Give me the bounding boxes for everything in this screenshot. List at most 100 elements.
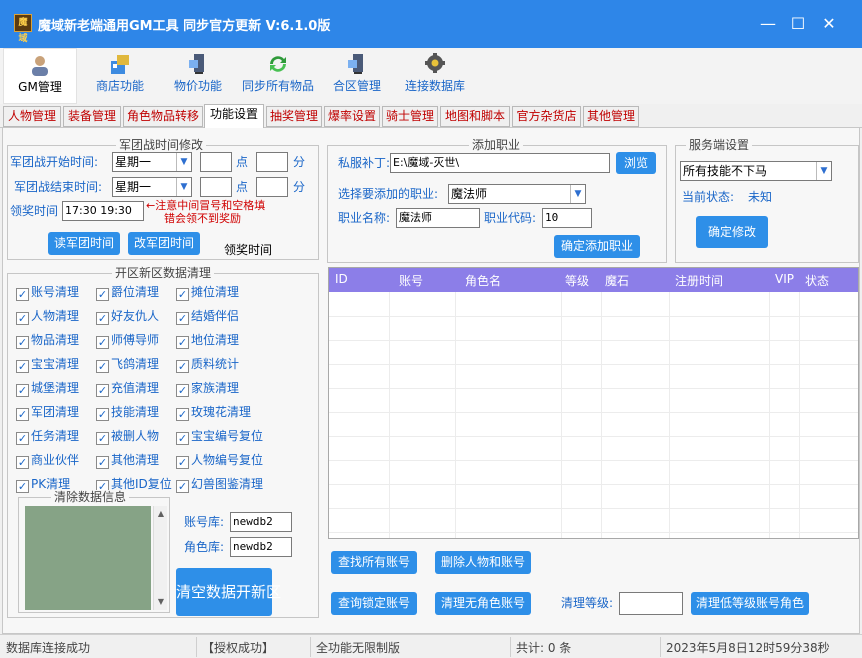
tab-knight[interactable]: 骑士管理 [382, 106, 438, 127]
war-end-day-select[interactable]: 星期一 ▼ [112, 177, 192, 197]
column-header[interactable]: 账号 [399, 272, 423, 289]
war-start-minute-input[interactable] [256, 152, 288, 172]
checkbox-checked-icon[interactable]: ✓ [176, 480, 189, 493]
checkbox-checked-icon[interactable]: ✓ [176, 384, 189, 397]
tab-official-store[interactable]: 官方杂货店 [512, 106, 581, 127]
cleanup-checkbox[interactable]: ✓ 家族清理 [176, 380, 239, 397]
cleanup-checkbox[interactable]: ✓ 结婚伴侣 [176, 308, 239, 325]
maximize-button[interactable]: ☐ [783, 10, 813, 38]
checkbox-checked-icon[interactable]: ✓ [96, 456, 109, 469]
scrollbar[interactable]: ▲ ▼ [153, 506, 167, 610]
checkbox-checked-icon[interactable]: ✓ [176, 312, 189, 325]
tab-equipment[interactable]: 装备管理 [63, 106, 121, 127]
cleanup-checkbox[interactable]: ✓ 人物编号复位 [176, 452, 263, 469]
tab-character[interactable]: 人物管理 [3, 106, 61, 127]
patch-path-input[interactable]: E:\魔域-灭世\ [390, 153, 610, 173]
cleanup-checkbox[interactable]: ✓ 账号清理 [16, 284, 79, 301]
tab-item-transfer[interactable]: 角色物品转移 [123, 106, 203, 127]
account-db-input[interactable]: newdb2 [230, 512, 292, 532]
cleanup-checkbox[interactable]: ✓ 物品清理 [16, 332, 79, 349]
cleanup-checkbox[interactable]: ✓ 幻兽图鉴清理 [176, 476, 263, 493]
cleanup-checkbox[interactable]: ✓ 宝宝编号复位 [176, 428, 263, 445]
checkbox-checked-icon[interactable]: ✓ [176, 432, 189, 445]
tab-function-settings[interactable]: 功能设置 [204, 104, 264, 129]
checkbox-checked-icon[interactable]: ✓ [16, 360, 29, 373]
checkbox-checked-icon[interactable]: ✓ [176, 360, 189, 373]
toolbar-connect-db[interactable]: 连接数据库 [400, 48, 470, 104]
checkbox-checked-icon[interactable]: ✓ [176, 288, 189, 301]
checkbox-checked-icon[interactable]: ✓ [16, 480, 29, 493]
cleanup-checkbox[interactable]: ✓ 宝宝清理 [16, 356, 79, 373]
cleanup-checkbox[interactable]: ✓ 其他清理 [96, 452, 159, 469]
delete-roles-accounts-button[interactable]: 删除人物和账号 [435, 551, 531, 574]
close-button[interactable]: ✕ [814, 10, 844, 38]
column-header[interactable]: 角色名 [465, 272, 501, 289]
toolbar-sync-items[interactable]: 同步所有物品 [238, 48, 318, 104]
read-war-time-button[interactable]: 读军团时间 [48, 232, 120, 255]
query-locked-accounts-button[interactable]: 查询锁定账号 [331, 592, 417, 615]
cleanup-checkbox[interactable]: ✓ 被删人物 [96, 428, 159, 445]
cleanup-checkbox[interactable]: ✓ 好友仇人 [96, 308, 159, 325]
cleanup-checkbox[interactable]: ✓ 人物清理 [16, 308, 79, 325]
cleanup-checkbox[interactable]: ✓ 充值清理 [96, 380, 159, 397]
toolbar-gm-manage[interactable]: GM管理 [3, 48, 77, 104]
checkbox-checked-icon[interactable]: ✓ [176, 336, 189, 349]
cleanup-checkbox[interactable]: ✓ 军团清理 [16, 404, 79, 421]
cleanup-checkbox[interactable]: ✓ 爵位清理 [96, 284, 159, 301]
cleanup-checkbox[interactable]: ✓ 师傅导师 [96, 332, 159, 349]
checkbox-checked-icon[interactable]: ✓ [96, 384, 109, 397]
checkbox-checked-icon[interactable]: ✓ [176, 408, 189, 421]
account-table[interactable]: ID 账号 角色名 等级 魔石 注册时间 VIP 状态 [328, 267, 859, 539]
checkbox-checked-icon[interactable]: ✓ [16, 288, 29, 301]
column-header[interactable]: 状态 [805, 272, 829, 289]
column-header[interactable]: ID [335, 272, 348, 286]
clear-no-role-accounts-button[interactable]: 清理无角色账号 [435, 592, 531, 615]
checkbox-checked-icon[interactable]: ✓ [16, 432, 29, 445]
toolbar-merge-server[interactable]: 合区管理 [326, 48, 388, 104]
column-header[interactable]: 魔石 [605, 272, 629, 289]
war-start-hour-input[interactable] [200, 152, 232, 172]
minimize-button[interactable]: — [753, 10, 783, 38]
job-code-input[interactable]: 10 [542, 208, 592, 228]
change-war-time-button[interactable]: 改军团时间 [128, 232, 200, 255]
war-start-day-select[interactable]: 星期一 ▼ [112, 152, 192, 172]
checkbox-checked-icon[interactable]: ✓ [96, 336, 109, 349]
server-option-select[interactable]: 所有技能不下马 ▼ [680, 161, 832, 181]
reward-time-input[interactable]: 17:30 19:30 [62, 201, 144, 221]
cleanup-checkbox[interactable]: ✓ 摊位清理 [176, 284, 239, 301]
cleanup-checkbox[interactable]: ✓ 技能清理 [96, 404, 159, 421]
toolbar-price[interactable]: 物价功能 [166, 48, 230, 104]
checkbox-checked-icon[interactable]: ✓ [16, 408, 29, 421]
checkbox-checked-icon[interactable]: ✓ [96, 288, 109, 301]
clear-level-input[interactable] [619, 592, 683, 615]
tab-drop-rate[interactable]: 爆率设置 [324, 106, 380, 127]
war-end-minute-input[interactable] [256, 177, 288, 197]
toolbar-shop[interactable]: 商店功能 [88, 48, 152, 104]
scroll-down-icon[interactable]: ▼ [154, 594, 168, 610]
cleanup-checkbox[interactable]: ✓ 质料统计 [176, 356, 239, 373]
cleanup-checkbox[interactable]: ✓ 任务清理 [16, 428, 79, 445]
cleanup-checkbox[interactable]: ✓ 商业伙伴 [16, 452, 79, 469]
war-end-hour-input[interactable] [200, 177, 232, 197]
tab-lottery[interactable]: 抽奖管理 [266, 106, 322, 127]
scroll-up-icon[interactable]: ▲ [154, 506, 168, 522]
clear-low-level-button[interactable]: 清理低等级账号角色 [691, 592, 809, 615]
column-header[interactable]: 注册时间 [675, 272, 723, 289]
cleanup-checkbox[interactable]: ✓ 地位清理 [176, 332, 239, 349]
checkbox-checked-icon[interactable]: ✓ [96, 360, 109, 373]
browse-button[interactable]: 浏览 [616, 152, 656, 174]
checkbox-checked-icon[interactable]: ✓ [16, 384, 29, 397]
job-name-input[interactable]: 魔法师 [396, 208, 480, 228]
job-select[interactable]: 魔法师 ▼ [448, 184, 586, 204]
cleanup-checkbox[interactable]: ✓ 玫瑰花清理 [176, 404, 251, 421]
checkbox-checked-icon[interactable]: ✓ [96, 312, 109, 325]
column-header[interactable]: VIP [775, 272, 794, 286]
checkbox-checked-icon[interactable]: ✓ [176, 456, 189, 469]
cleanup-checkbox[interactable]: ✓ 飞鸽清理 [96, 356, 159, 373]
clear-data-new-server-button[interactable]: 清空数据开新区 [176, 568, 281, 616]
role-db-input[interactable]: newdb2 [230, 537, 292, 557]
column-header[interactable]: 等级 [565, 272, 589, 289]
find-all-accounts-button[interactable]: 查找所有账号 [331, 551, 417, 574]
checkbox-checked-icon[interactable]: ✓ [16, 312, 29, 325]
cleanup-checkbox[interactable]: ✓ 城堡清理 [16, 380, 79, 397]
